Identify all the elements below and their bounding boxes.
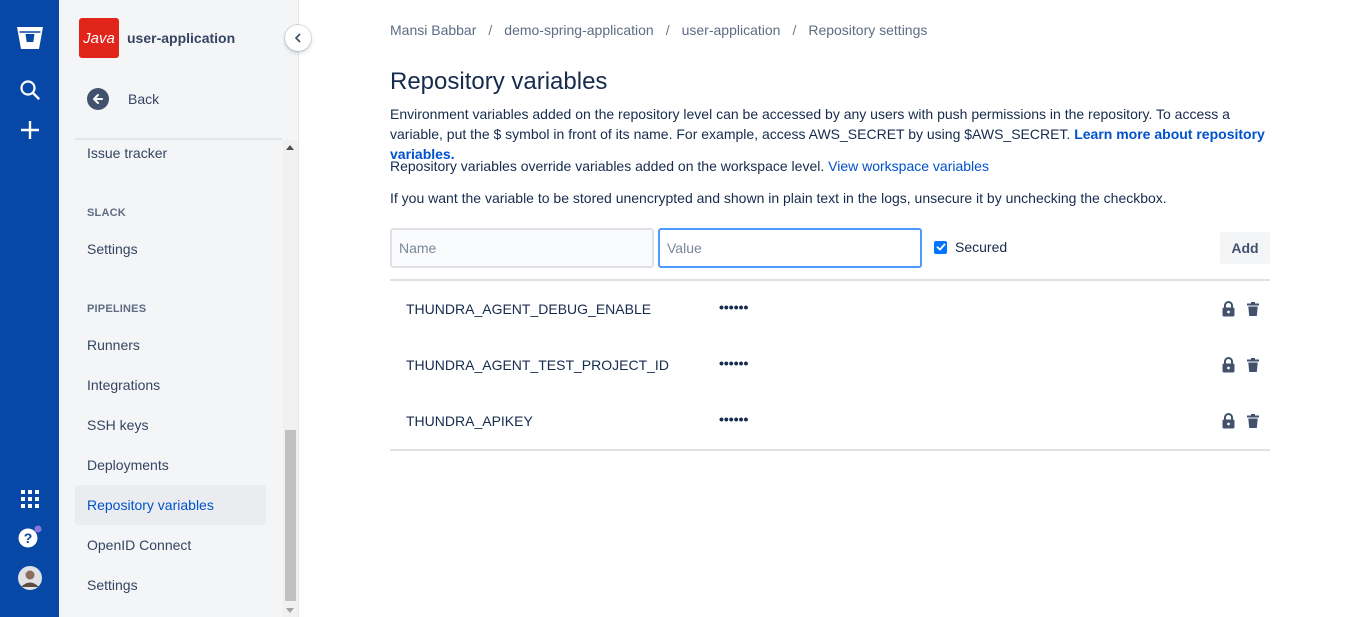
sidebar-item-pipelines-settings[interactable]: Settings (75, 565, 266, 605)
variable-value: •••••• (719, 355, 749, 371)
variable-name-input[interactable] (390, 228, 654, 268)
breadcrumb-separator: / (665, 22, 670, 38)
breadcrumb-project[interactable]: demo-spring-application (504, 22, 653, 38)
sidebar-item-ssh-keys[interactable]: SSH keys (75, 405, 266, 445)
variable-name: THUNDRA_AGENT_TEST_PROJECT_ID (406, 357, 669, 373)
trash-icon[interactable] (1247, 358, 1259, 377)
collapse-sidebar-button[interactable] (285, 25, 311, 51)
breadcrumb-repository[interactable]: user-application (682, 22, 781, 38)
breadcrumb-separator: / (488, 22, 493, 38)
repo-name: user-application (127, 30, 236, 46)
secured-checkbox[interactable] (934, 240, 947, 254)
view-workspace-variables-link[interactable]: View workspace variables (828, 158, 989, 174)
scrollbar-thumb[interactable] (285, 430, 296, 601)
scroll-up-arrow-icon[interactable] (286, 145, 294, 150)
create-plus-icon[interactable] (0, 118, 59, 142)
sidebar-item-issue-tracker[interactable]: Issue tracker (75, 140, 266, 173)
variable-name: THUNDRA_APIKEY (406, 413, 533, 429)
sidebar-section-slack: SLACK (87, 207, 126, 219)
lock-icon[interactable] (1222, 413, 1235, 434)
sidebar-item-deployments[interactable]: Deployments (75, 445, 266, 485)
sidebar-item-runners[interactable]: Runners (75, 325, 266, 365)
add-variable-button[interactable]: Add (1220, 232, 1270, 264)
sidebar-item-slack-settings[interactable]: Settings (75, 229, 266, 269)
lock-icon[interactable] (1222, 357, 1235, 378)
unsecure-note: If you want the variable to be stored un… (390, 190, 1167, 206)
trash-icon[interactable] (1247, 414, 1259, 433)
description-paragraph: Environment variables added on the repos… (390, 104, 1280, 164)
sidebar-section-pipelines: PIPELINES (87, 303, 147, 315)
search-icon[interactable] (0, 78, 59, 102)
sidebar-item-openid-connect[interactable]: OpenID Connect (75, 525, 266, 565)
table-row: THUNDRA_AGENT_TEST_PROJECT_ID •••••• (390, 337, 1270, 393)
sidebar-item-integrations[interactable]: Integrations (75, 365, 266, 405)
breadcrumb-repository-settings[interactable]: Repository settings (808, 22, 927, 38)
checkmark-icon (936, 243, 945, 251)
repo-avatar: Java (79, 18, 119, 58)
table-divider-bottom (390, 449, 1270, 451)
back-label: Back (128, 91, 160, 107)
breadcrumb-separator: / (792, 22, 797, 38)
app-switcher-icon[interactable] (0, 488, 59, 510)
repo-header[interactable]: Java user-application (79, 18, 235, 58)
breadcrumb: Mansi Babbar / demo-spring-application /… (390, 22, 927, 38)
lock-icon[interactable] (1222, 301, 1235, 322)
sidebar-nav: Issue tracker SLACK Settings PIPELINES R… (59, 140, 299, 617)
variable-name: THUNDRA_AGENT_DEBUG_ENABLE (406, 301, 652, 317)
sidebar: Java user-application Back Issue tracker… (59, 0, 299, 617)
back-button[interactable]: Back (87, 88, 159, 110)
help-icon[interactable]: ? (0, 525, 59, 550)
arrow-left-icon (87, 88, 109, 110)
bitbucket-logo-icon[interactable] (0, 22, 59, 54)
scroll-down-arrow-icon[interactable] (286, 608, 294, 613)
secured-checkbox-label[interactable]: Secured (934, 239, 1007, 255)
override-paragraph: Repository variables override variables … (390, 156, 1280, 176)
trash-icon[interactable] (1247, 302, 1259, 321)
svg-text:?: ? (23, 530, 32, 546)
sidebar-scrollbar[interactable] (283, 140, 298, 617)
variable-value-input[interactable] (658, 228, 922, 268)
secured-label: Secured (955, 239, 1008, 255)
add-variable-form: Secured Add (390, 228, 1270, 268)
variable-value: •••••• (719, 411, 749, 427)
page-title: Repository variables (390, 68, 608, 95)
table-row: THUNDRA_AGENT_DEBUG_ENABLE •••••• (390, 281, 1270, 337)
chevron-left-icon (295, 33, 301, 43)
table-row: THUNDRA_APIKEY •••••• (390, 393, 1270, 449)
profile-avatar[interactable] (0, 566, 59, 590)
variable-value: •••••• (719, 299, 749, 315)
sidebar-item-repository-variables[interactable]: Repository variables (75, 485, 266, 525)
breadcrumb-workspace[interactable]: Mansi Babbar (390, 22, 476, 38)
global-navigation: ? (0, 0, 59, 617)
override-text: Repository variables override variables … (390, 158, 825, 174)
